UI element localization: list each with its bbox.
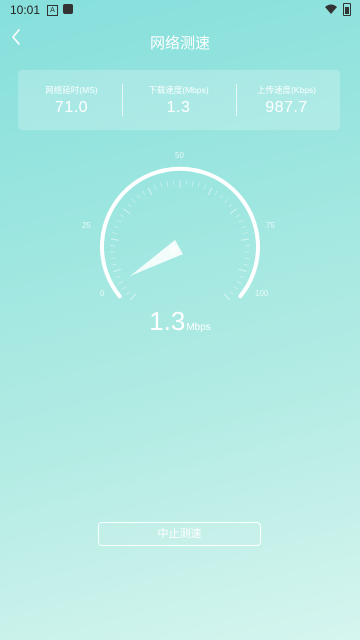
gauge-tick bbox=[191, 181, 194, 187]
latency-stat: 网络延时(MS) 71.0 bbox=[18, 70, 125, 130]
upload-stat: 上传速度(Kbps) 987.7 bbox=[233, 70, 340, 130]
status-bar: 10:01 A bbox=[0, 0, 360, 20]
gauge-tick bbox=[131, 198, 136, 203]
gauge-tick bbox=[113, 268, 122, 273]
gauge-tick bbox=[236, 281, 242, 284]
gauge-tick bbox=[125, 291, 131, 295]
gauge-tick bbox=[229, 291, 235, 295]
speed-readout: 1.3Mbps bbox=[0, 306, 360, 337]
gauge-tick bbox=[166, 181, 169, 187]
gauge-tick bbox=[136, 194, 141, 199]
header: 网络测速 bbox=[0, 24, 360, 60]
gauge-tick bbox=[235, 214, 241, 218]
gauge-hub bbox=[169, 245, 179, 255]
gauge-tick bbox=[114, 226, 119, 229]
page-title: 网络测速 bbox=[149, 35, 210, 52]
gauge-tick bbox=[242, 232, 248, 235]
gauge-tick bbox=[130, 293, 137, 300]
status-time: 10:01 bbox=[10, 3, 41, 17]
gauge-tick bbox=[228, 203, 233, 208]
gauge-tick bbox=[214, 190, 218, 196]
gauge-tick bbox=[233, 286, 239, 290]
gauge-tick-label: 50 bbox=[175, 151, 184, 160]
gauge-tick bbox=[241, 238, 250, 241]
stats-card: 网络延时(MS) 71.0 下载速度(Mbps) 1.3 上传速度(Kbps) … bbox=[18, 70, 340, 130]
gauge-tick bbox=[224, 198, 229, 203]
gauge-tick bbox=[207, 187, 213, 195]
gauge-tick bbox=[115, 275, 121, 279]
latency-value: 71.0 bbox=[54, 99, 89, 116]
download-stat: 下载速度(Mbps) 1.3 bbox=[125, 70, 232, 130]
gauge-tick bbox=[223, 293, 230, 300]
speed-unit: Mbps bbox=[186, 322, 211, 333]
speed-value: 1.3 bbox=[149, 306, 186, 336]
stat-divider bbox=[122, 84, 123, 116]
gauge-tick bbox=[153, 184, 157, 190]
gauge-tick-label: 75 bbox=[266, 221, 275, 230]
battery-icon bbox=[343, 3, 351, 16]
gauge-tick bbox=[219, 194, 224, 199]
stop-test-button[interactable]: 中止测速 bbox=[98, 522, 261, 546]
wifi-icon bbox=[325, 4, 337, 14]
latency-label: 网络延时(MS) bbox=[45, 85, 98, 95]
gauge-tick bbox=[229, 208, 237, 214]
gauge-tick bbox=[244, 257, 250, 260]
gauge-tick-label: 0 bbox=[100, 289, 105, 298]
gauge-tick bbox=[111, 263, 117, 266]
gauge-tick bbox=[119, 214, 125, 218]
gauge-tick bbox=[203, 184, 207, 190]
gauge-tick bbox=[243, 263, 249, 266]
gauge-tick bbox=[121, 286, 127, 290]
gauge-tick-label: 100 bbox=[255, 289, 269, 298]
speed-gauge: 0 25 50 75 100 bbox=[82, 151, 275, 300]
gauge-tick bbox=[127, 203, 132, 208]
gauge-tick bbox=[241, 226, 246, 229]
notification-square-icon bbox=[63, 4, 73, 14]
gauge-tick bbox=[238, 219, 244, 223]
gauge-tick bbox=[112, 232, 118, 235]
gauge-tick bbox=[110, 238, 119, 241]
gauge-tick bbox=[142, 190, 146, 196]
upload-label: 上传速度(Kbps) bbox=[256, 85, 317, 95]
gauge-tick bbox=[160, 182, 163, 188]
gauge-tick bbox=[118, 281, 124, 284]
gauge-tick-marks bbox=[110, 180, 250, 300]
gauge-tick-label: 25 bbox=[82, 221, 91, 230]
app-notification-icon: A bbox=[47, 5, 58, 16]
gauge-tick bbox=[116, 219, 122, 223]
upload-value: 987.7 bbox=[265, 99, 308, 116]
gauge-tick bbox=[123, 208, 131, 214]
gauge-tick bbox=[197, 182, 200, 188]
gauge-tick bbox=[238, 268, 247, 273]
download-value: 1.3 bbox=[166, 99, 191, 116]
gauge-tick bbox=[239, 275, 245, 279]
gauge-tick bbox=[147, 187, 153, 195]
download-label: 下载速度(Mbps) bbox=[148, 85, 209, 95]
gauge-tick bbox=[110, 257, 116, 260]
